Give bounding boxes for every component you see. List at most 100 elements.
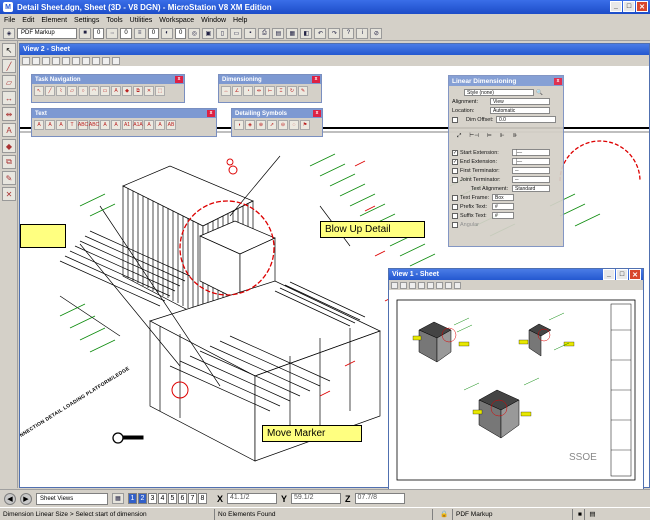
dim-update-icon[interactable]: ↻	[287, 86, 297, 96]
dim-option-icon-1[interactable]: ⤢	[457, 133, 461, 140]
text-tool-icon[interactable]: A	[2, 123, 16, 137]
task-delete-icon[interactable]: ✕	[144, 86, 154, 96]
task-block-icon[interactable]: ▭	[100, 86, 110, 96]
place-text-icon[interactable]: A	[34, 120, 44, 130]
view-group-dropdown[interactable]: Sheet Views	[36, 492, 108, 505]
task-circle-icon[interactable]: ○	[78, 86, 88, 96]
info-icon[interactable]: i	[356, 27, 369, 39]
text-fill-icon[interactable]: A	[144, 120, 154, 130]
color-dropdown[interactable]: 0	[93, 27, 105, 39]
rotate-view-icon[interactable]	[82, 56, 90, 65]
title-text-icon[interactable]: ⊖	[278, 120, 288, 130]
color-icon[interactable]: ■	[79, 27, 91, 39]
spell-check-icon[interactable]: ABC	[78, 120, 88, 130]
close-palette-icon[interactable]: x	[207, 110, 215, 117]
dim-change-icon[interactable]: ✎	[298, 86, 308, 96]
close-dialog-icon[interactable]: x	[554, 77, 562, 85]
dim-element-icon[interactable]: ⇹	[254, 86, 264, 96]
new-file-icon[interactable]: ▯	[216, 27, 229, 39]
prefix-text-field[interactable]: #	[492, 203, 514, 210]
menu-edit[interactable]: Edit	[22, 17, 34, 24]
section-marker-icon[interactable]: ◑	[234, 120, 244, 130]
place-note-icon[interactable]: A	[45, 120, 55, 130]
view-groups-icon[interactable]: ▦	[112, 493, 124, 504]
raster-icon[interactable]: ▦	[286, 27, 299, 39]
text-alignment-dropdown[interactable]: Standard	[512, 185, 550, 192]
fit-view-icon[interactable]	[436, 281, 443, 289]
dimensioning-palette[interactable]: Dimensioning x ↔ ∠ ◔ ⇹ ⊢ ⌶ ↻ ✎	[218, 74, 322, 103]
task-navigation-palette[interactable]: Task Navigation x ↖ ╱ ⌇ ▱ ○ ◠ ▭ A ◆ ⧉ ✕ ⬚	[31, 74, 185, 103]
dim-offset-checkbox[interactable]	[452, 116, 458, 123]
zoom-in-icon[interactable]	[409, 281, 416, 289]
update-view-icon[interactable]	[400, 281, 407, 289]
zoom-out-icon[interactable]	[418, 281, 425, 289]
class-icon[interactable]: ◐	[161, 27, 174, 39]
zoom-out-icon[interactable]	[52, 56, 60, 65]
start-extension-checkbox[interactable]: ✓	[452, 149, 458, 156]
print-icon[interactable]: ⎙	[258, 27, 271, 39]
joint-terminator-field[interactable]: ─	[512, 176, 550, 183]
style-dropdown[interactable]: Style (none)	[464, 89, 534, 96]
first-terminator-field[interactable]: ─	[512, 167, 550, 174]
task-selection-icon[interactable]: ↖	[34, 86, 44, 96]
suffix-text-field[interactable]: #	[492, 212, 514, 219]
text-case-icon[interactable]: ABC	[89, 120, 99, 130]
text-palette[interactable]: Text x A A A T ABC ABC A A A1 A1A A A AB	[31, 108, 217, 137]
view-previous-icon[interactable]	[102, 56, 110, 65]
callout-icon[interactable]: ◌	[289, 120, 299, 130]
menu-element[interactable]: Element	[41, 17, 67, 24]
place-line-icon[interactable]: ╱	[2, 59, 16, 73]
window-area-icon[interactable]	[427, 281, 434, 289]
transparency-icon[interactable]: ◎	[188, 27, 201, 39]
task-copy-icon[interactable]: ⧉	[133, 86, 143, 96]
detailing-symbols-palette[interactable]: Detailing Symbols x ◑ ◈ ⊕ ➚ ⊖ ◌ ⚑	[231, 108, 323, 137]
help-icon[interactable]: ?	[342, 27, 355, 39]
task-arc-icon[interactable]: ◠	[89, 86, 99, 96]
level-manager-icon[interactable]: ◈	[3, 27, 15, 39]
y-coordinate-field[interactable]: 59.1/2	[291, 493, 342, 504]
priority-icon[interactable]: ▣	[202, 27, 215, 39]
dimension-icon[interactable]: ⇹	[2, 107, 16, 121]
location-dropdown[interactable]: Automatic	[490, 107, 550, 114]
task-text-icon[interactable]: A	[111, 86, 121, 96]
suffix-text-checkbox[interactable]	[452, 212, 458, 219]
class-dropdown[interactable]: 0	[175, 27, 187, 39]
pan-view-icon[interactable]	[92, 56, 100, 65]
dim-option-icon-4[interactable]: ⊩	[500, 133, 505, 139]
arrow-marker-icon[interactable]: ➚	[267, 120, 277, 130]
dim-linear-icon[interactable]: ↔	[221, 86, 231, 96]
view-1-window[interactable]: View 1 - Sheet _ □ ✕ SSOE	[388, 268, 644, 490]
text-copy-icon[interactable]: A1A	[133, 120, 143, 130]
undo-icon[interactable]: ↶	[314, 27, 327, 39]
search-icon[interactable]: 🔍	[536, 90, 543, 96]
close-button[interactable]: ✕	[636, 1, 648, 12]
measure-icon[interactable]: ↔	[2, 91, 16, 105]
view-1-maximize-button[interactable]: □	[616, 269, 628, 280]
line-weight-icon[interactable]: ≡	[133, 27, 146, 39]
view-attributes-icon[interactable]	[391, 281, 398, 289]
menu-settings[interactable]: Settings	[74, 17, 99, 24]
text-node-icon[interactable]: A	[155, 120, 165, 130]
rotate-view-icon[interactable]	[445, 281, 452, 289]
flag-icon[interactable]: ⚑	[300, 120, 310, 130]
dim-option-icon-2[interactable]: ⊢⊣	[469, 133, 479, 139]
copy-icon[interactable]: ⧉	[2, 155, 16, 169]
joint-terminator-checkbox[interactable]	[452, 176, 458, 183]
window-area-icon[interactable]	[62, 56, 70, 65]
text-match-icon[interactable]: A	[111, 120, 121, 130]
z-coordinate-field[interactable]: 07.7/8	[354, 493, 405, 504]
menu-help[interactable]: Help	[233, 17, 247, 24]
menu-utilities[interactable]: Utilities	[130, 17, 153, 24]
x-coordinate-field[interactable]: 41.1/2	[227, 493, 278, 504]
fit-view-icon[interactable]	[72, 56, 80, 65]
prefix-text-checkbox[interactable]	[452, 203, 458, 210]
references-icon[interactable]: ▤	[272, 27, 285, 39]
menu-window[interactable]: Window	[201, 17, 226, 24]
menu-tools[interactable]: Tools	[106, 17, 122, 24]
back-arrow-icon[interactable]: ◀	[4, 492, 16, 505]
selection-arrow-icon[interactable]: ↖	[2, 43, 16, 57]
first-terminator-checkbox[interactable]	[452, 167, 458, 174]
menu-workspace[interactable]: Workspace	[159, 17, 194, 24]
modify-icon[interactable]: ✎	[2, 171, 16, 185]
detail-marker-icon[interactable]: ⊕	[256, 120, 266, 130]
